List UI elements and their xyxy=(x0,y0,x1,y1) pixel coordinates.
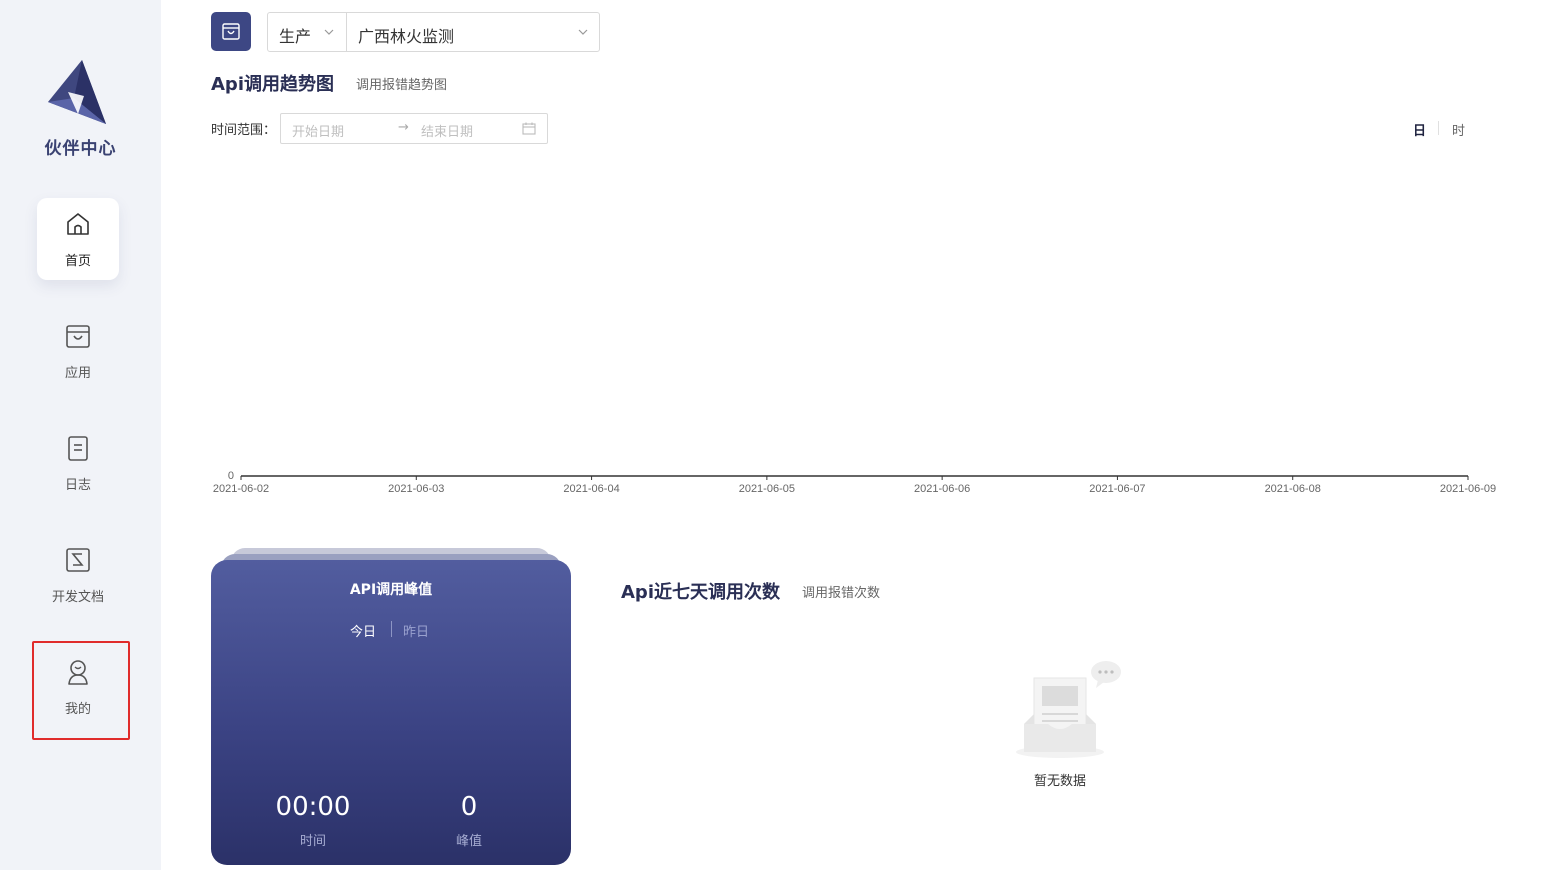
chevron-down-icon xyxy=(324,29,334,35)
x-tick-label: 2021-06-07 xyxy=(1089,483,1145,495)
trend-subtitle-tab[interactable]: 调用报错趋势图 xyxy=(356,74,447,93)
x-tick-label: 2021-06-02 xyxy=(213,483,269,495)
end-date-input[interactable]: 结束日期 xyxy=(421,121,473,140)
granularity-day-tab[interactable]: 日 xyxy=(1413,120,1426,139)
granularity-divider xyxy=(1438,121,1439,135)
x-tick-label: 2021-06-06 xyxy=(914,483,970,495)
sidebar-item-label: 开发文档 xyxy=(51,590,104,605)
sidebar-item-logs[interactable]: 日志 xyxy=(37,422,119,504)
date-range-picker[interactable]: 开始日期 → 结束日期 xyxy=(280,113,548,144)
range-label: 时间范围： xyxy=(211,123,277,138)
empty-inbox-icon xyxy=(1016,661,1121,758)
peak-yesterday-tab[interactable]: 昨日 xyxy=(403,621,429,640)
app-select[interactable]: 广西林火监测 xyxy=(346,12,600,52)
trend-title: Api调用趋势图 xyxy=(211,74,334,95)
peak-tab-divider xyxy=(391,621,392,637)
peak-count-label: 峰值 xyxy=(455,834,482,849)
peak-count-value: 0 xyxy=(460,792,478,822)
brand-name: 伙伴中心 xyxy=(44,139,117,159)
home-icon xyxy=(67,213,89,235)
peak-time-label: 时间 xyxy=(299,834,326,849)
peak-time-value: 00:00 xyxy=(275,792,351,822)
sidebar-item-label: 应用 xyxy=(64,366,91,381)
x-tick-label: 2021-06-03 xyxy=(388,483,444,495)
sidebar-item-docs[interactable]: 开发文档 xyxy=(37,534,119,616)
calendar-icon xyxy=(522,122,536,135)
app-select-value: 广西林火监测 xyxy=(358,27,455,46)
weekly-title: Api近七天调用次数 xyxy=(621,582,780,603)
brand-logo-icon xyxy=(44,58,110,128)
weekly-subtitle-tab[interactable]: 调用报错次数 xyxy=(802,582,880,601)
app-icon xyxy=(66,325,90,348)
sidebar-item-label: 我的 xyxy=(64,702,91,717)
env-select[interactable]: 生产 xyxy=(267,12,347,52)
sidebar-item-apps[interactable]: 应用 xyxy=(37,310,119,392)
start-date-input[interactable]: 开始日期 xyxy=(292,121,344,140)
app-switch-button[interactable] xyxy=(211,12,251,51)
x-tick-label: 2021-06-04 xyxy=(563,483,619,495)
peak-card-title: API调用峰值 xyxy=(349,582,433,598)
sidebar-item-label: 日志 xyxy=(64,478,91,493)
peak-today-tab[interactable]: 今日 xyxy=(350,621,376,640)
log-icon xyxy=(68,436,88,461)
x-tick-label: 2021-06-05 xyxy=(739,483,795,495)
x-tick-label: 2021-06-09 xyxy=(1440,483,1496,495)
sidebar-item-home[interactable]: 首页 xyxy=(37,198,119,280)
range-arrow-icon: → xyxy=(398,120,409,135)
y-tick-label: 0 xyxy=(228,470,234,482)
doc-icon xyxy=(66,548,90,572)
app-icon xyxy=(222,23,240,40)
api-peak-card: API调用峰值 今日 昨日 00:00 时间 0 峰值 xyxy=(211,560,571,865)
sidebar: 伙伴中心 首页 应用 日志 开发文档 我的 xyxy=(0,0,161,870)
x-tick-label: 2021-06-08 xyxy=(1265,483,1321,495)
empty-text: 暂无数据 xyxy=(1033,774,1086,789)
sidebar-item-mine[interactable]: 我的 xyxy=(37,646,119,728)
trend-chart: 02021-06-02 2021-06-03 2021-06-04 2021-06-0… xyxy=(213,470,1496,495)
granularity-hour-tab[interactable]: 时 xyxy=(1452,120,1465,139)
sidebar-item-label: 首页 xyxy=(64,254,91,269)
user-icon xyxy=(68,660,88,685)
env-select-value: 生产 xyxy=(279,27,312,46)
chevron-down-icon xyxy=(578,29,588,35)
